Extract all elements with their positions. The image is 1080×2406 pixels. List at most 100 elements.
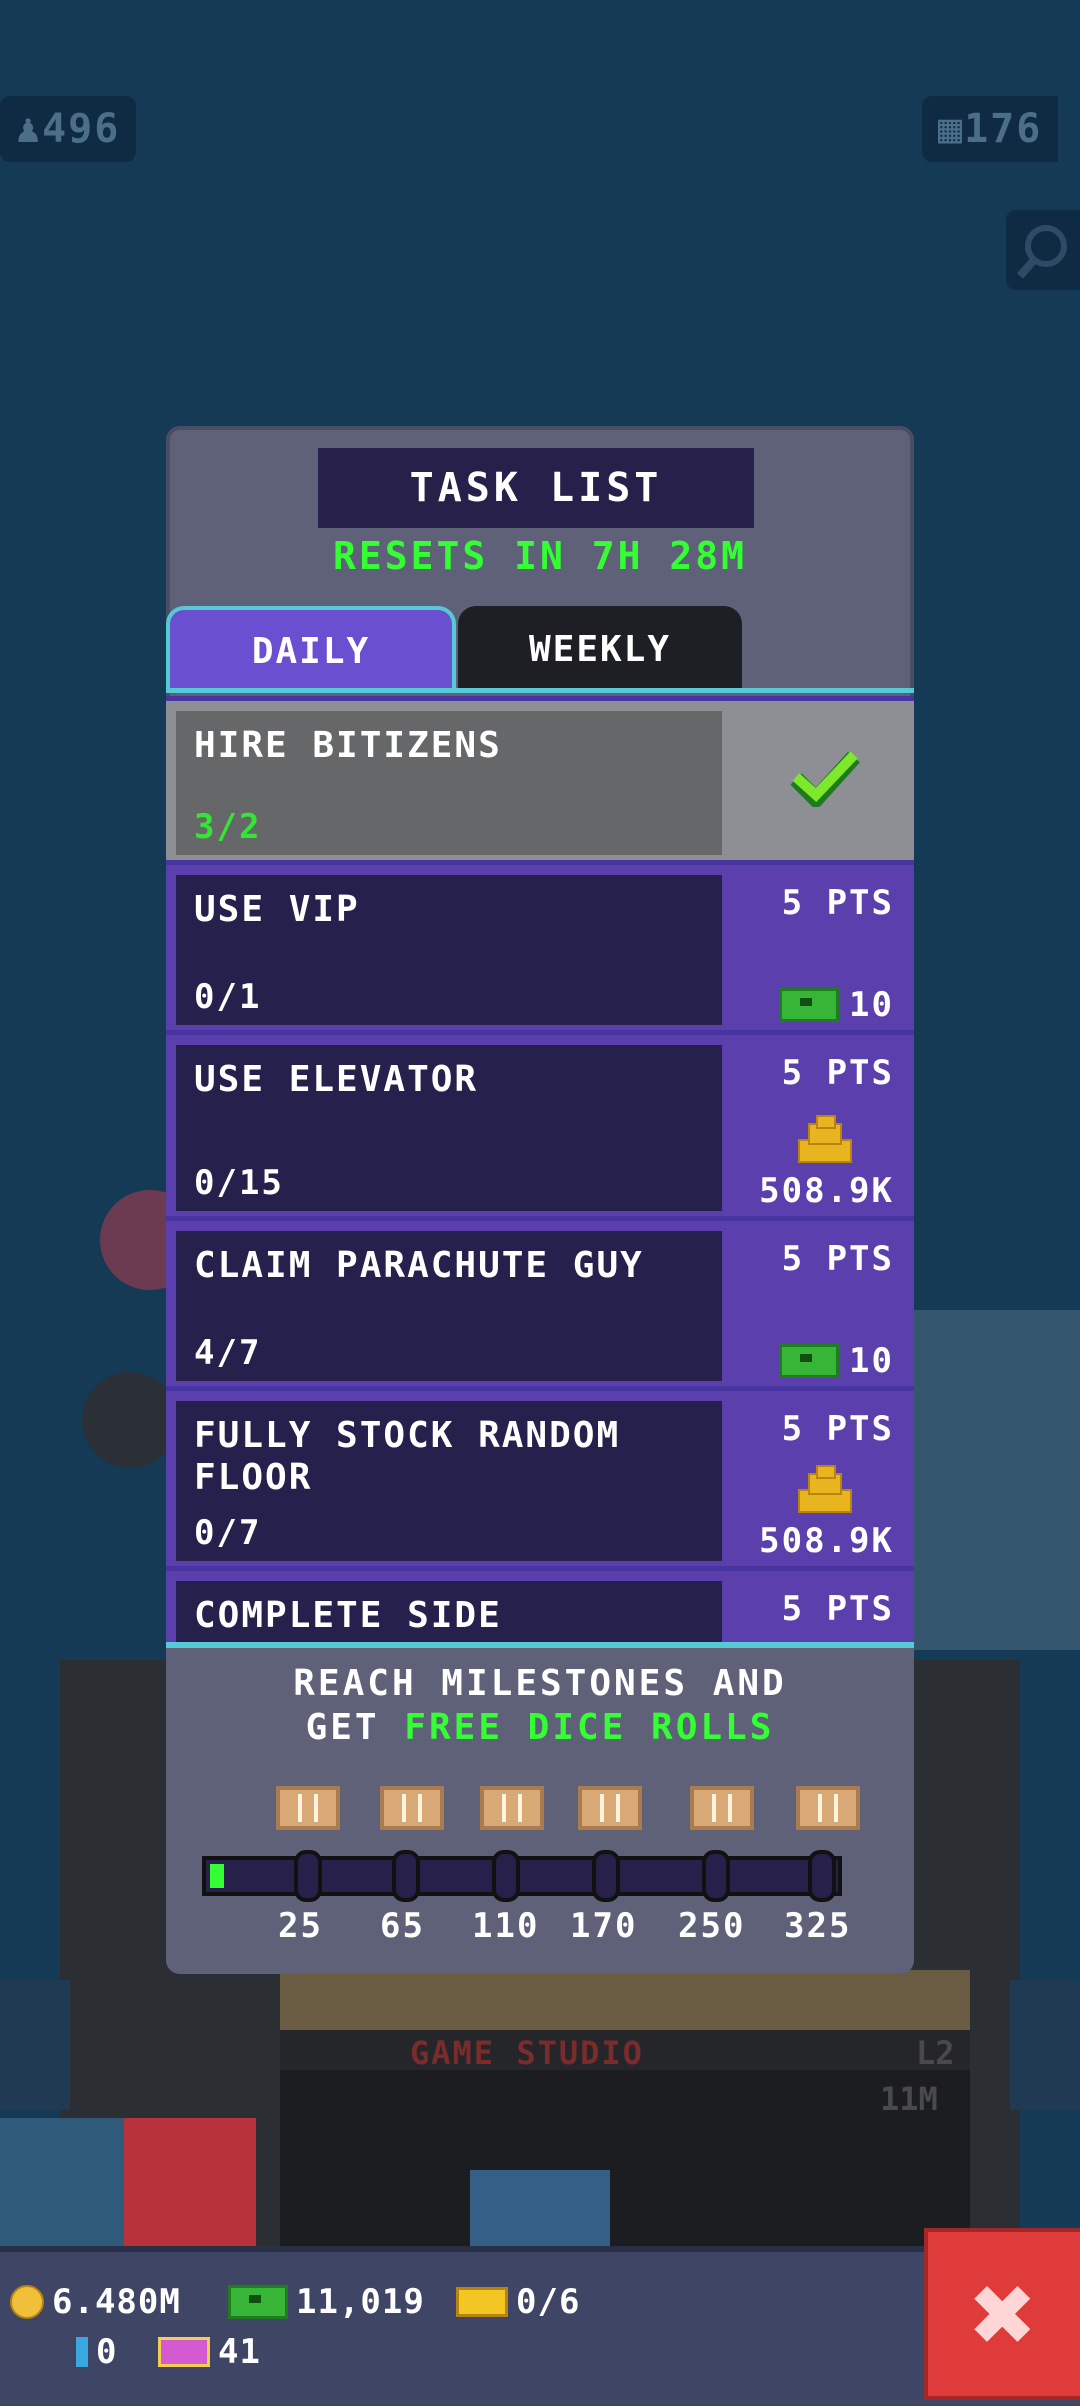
task-reward: 508.9K bbox=[759, 1171, 894, 1211]
task-complete-side[interactable]: COMPLETE SIDE 5 PTS bbox=[166, 1566, 914, 1647]
population-chip[interactable]: ♟496 bbox=[0, 96, 137, 162]
floor-level-label: L2 bbox=[916, 2034, 955, 2072]
bux-icon bbox=[779, 1344, 840, 1378]
milestone-value: 170 bbox=[570, 1906, 638, 1946]
blue-value: 0 bbox=[96, 2332, 118, 2372]
vip-icon bbox=[158, 2337, 210, 2367]
task-fully-stock-random-floor[interactable]: FULLY STOCK RANDOM FLOOR 0/7 5 PTS 508.9… bbox=[166, 1386, 914, 1571]
cloud-decor bbox=[914, 1310, 1080, 1650]
tab-underline bbox=[166, 688, 914, 693]
milestone-progress-fill bbox=[210, 1864, 224, 1888]
tab-weekly[interactable]: WEEKLY bbox=[458, 606, 742, 692]
milestone-value: 25 bbox=[278, 1906, 323, 1946]
right-nav-button-bg bbox=[1010, 1980, 1080, 2110]
magnifier-icon bbox=[1016, 225, 1067, 279]
task-points: 5 PTS bbox=[781, 883, 894, 923]
coins-icon bbox=[798, 1465, 854, 1513]
milestone-text-line1: REACH MILESTONES AND bbox=[293, 1663, 787, 1704]
task-list-dialog: TASK LIST RESETS IN 7H 28M DAILY WEEKLY … bbox=[166, 426, 914, 1974]
game-studio-floor bbox=[280, 2070, 970, 2260]
task-body: CLAIM PARACHUTE GUY 4/7 bbox=[176, 1231, 722, 1381]
coins-value: 6.480M bbox=[52, 2282, 181, 2322]
bux-icon bbox=[228, 2285, 288, 2319]
dice-reward-icon bbox=[276, 1786, 340, 1830]
gear-decor bbox=[82, 1372, 178, 1468]
task-points: 5 PTS bbox=[781, 1239, 894, 1279]
building-icon: ▦ bbox=[938, 106, 965, 152]
task-name: CLAIM PARACHUTE GUY bbox=[194, 1245, 644, 1286]
task-body: HIRE BITIZENS 3/2 bbox=[176, 711, 722, 855]
task-points: 5 PTS bbox=[781, 1053, 894, 1093]
vip-value: 41 bbox=[218, 2332, 261, 2372]
milestone-get: GET bbox=[305, 1707, 380, 1748]
dice-reward-icon bbox=[578, 1786, 642, 1830]
tickets-value: 0/6 bbox=[516, 2282, 581, 2322]
population-count: 496 bbox=[42, 106, 121, 152]
left-nav-button-bg bbox=[0, 1980, 70, 2110]
reward-amount: 10 bbox=[849, 985, 894, 1025]
close-button[interactable]: ✖ bbox=[924, 2228, 1080, 2400]
elevator-tool-bg bbox=[124, 2118, 256, 2246]
task-body: USE VIP 0/1 bbox=[176, 875, 722, 1025]
golden-ticket-icon bbox=[456, 2287, 508, 2317]
task-name: HIRE BITIZENS bbox=[194, 725, 502, 766]
milestone-node bbox=[702, 1850, 730, 1902]
coins-icon bbox=[798, 1115, 854, 1163]
milestone-text-line2: GET FREE DICE ROLLS bbox=[166, 1706, 914, 1750]
task-use-vip[interactable]: USE VIP 0/1 5 PTS 10 bbox=[166, 860, 914, 1035]
task-reward: 508.9K bbox=[759, 1521, 894, 1561]
milestone-node bbox=[592, 1850, 620, 1902]
task-progress: 4/7 bbox=[194, 1333, 262, 1373]
dice-reward-icon bbox=[380, 1786, 444, 1830]
milestone-node bbox=[294, 1850, 322, 1902]
reward-amount: 10 bbox=[849, 1341, 894, 1381]
close-icon: ✖ bbox=[970, 2250, 1038, 2378]
blue-token-icon bbox=[76, 2337, 88, 2367]
floor-name-label: GAME STUDIO bbox=[410, 2034, 644, 2072]
bux-counter: 11,019 bbox=[228, 2282, 425, 2322]
floors-chip[interactable]: ▦176 bbox=[922, 96, 1059, 162]
task-points: 5 PTS bbox=[781, 1589, 894, 1629]
bux-icon bbox=[779, 988, 840, 1022]
dice-reward-icon bbox=[480, 1786, 544, 1830]
task-progress: 0/7 bbox=[194, 1513, 262, 1553]
task-use-elevator[interactable]: USE ELEVATOR 0/15 5 PTS 508.9K bbox=[166, 1030, 914, 1221]
milestone-value: 250 bbox=[678, 1906, 746, 1946]
task-claim-parachute-guy[interactable]: CLAIM PARACHUTE GUY 4/7 5 PTS 10 bbox=[166, 1216, 914, 1391]
floor-strip bbox=[280, 1970, 970, 2030]
vip-counter: 41 bbox=[158, 2332, 261, 2372]
task-body: COMPLETE SIDE bbox=[176, 1581, 722, 1647]
dice-reward-icon bbox=[796, 1786, 860, 1830]
task-reward: 10 bbox=[779, 985, 894, 1025]
milestone-node bbox=[492, 1850, 520, 1902]
coin-icon bbox=[10, 2285, 44, 2319]
check-icon bbox=[790, 751, 860, 807]
person-icon: ♟ bbox=[16, 106, 43, 152]
task-progress: 3/2 bbox=[194, 807, 262, 847]
reset-timer: RESETS IN 7H 28M bbox=[332, 534, 748, 578]
milestone-value: 325 bbox=[784, 1906, 852, 1946]
milestone-value: 65 bbox=[380, 1906, 425, 1946]
reward-amount: 508.9K bbox=[759, 1171, 894, 1211]
task-reward: 10 bbox=[779, 1341, 894, 1381]
task-hire-bitizens[interactable]: HIRE BITIZENS 3/2 bbox=[166, 696, 914, 865]
bux-value: 11,019 bbox=[296, 2282, 425, 2322]
tab-daily[interactable]: DAILY bbox=[166, 606, 456, 692]
dialog-title: TASK LIST bbox=[318, 448, 754, 528]
tickets-counter: 0/6 bbox=[456, 2282, 580, 2322]
task-points: 5 PTS bbox=[781, 1409, 894, 1449]
milestone-node bbox=[808, 1850, 836, 1902]
reward-amount: 508.9K bbox=[759, 1521, 894, 1561]
task-body: USE ELEVATOR 0/15 bbox=[176, 1045, 722, 1211]
bottom-resource-bar bbox=[0, 2246, 1080, 2406]
dice-reward-icon bbox=[690, 1786, 754, 1830]
milestone-value: 110 bbox=[472, 1906, 540, 1946]
task-name: USE ELEVATOR bbox=[194, 1059, 479, 1100]
menu-toggle-bg bbox=[470, 2170, 610, 2246]
task-name: COMPLETE SIDE bbox=[194, 1595, 502, 1636]
milestone-node bbox=[392, 1850, 420, 1902]
milestone-free-dice: FREE DICE ROLLS bbox=[404, 1707, 775, 1748]
floors-count: 176 bbox=[964, 106, 1043, 152]
task-progress: 0/1 bbox=[194, 977, 262, 1017]
zoom-button[interactable] bbox=[1006, 210, 1080, 290]
